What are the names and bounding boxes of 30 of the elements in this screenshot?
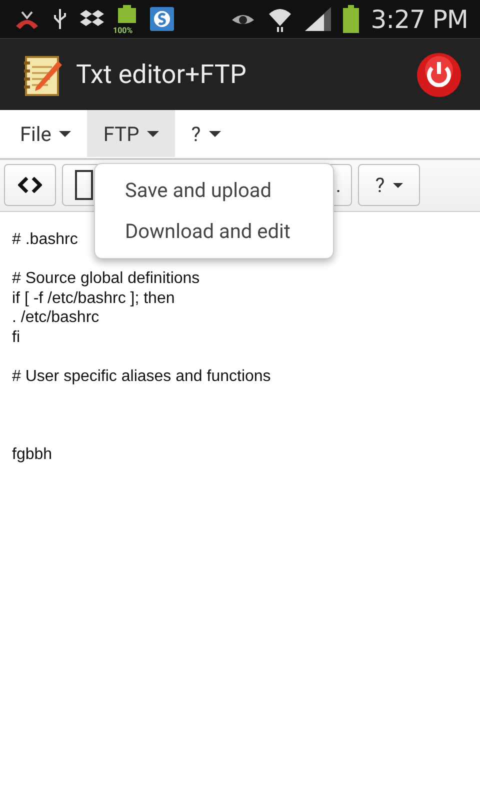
text-line: # User specific aliases and functions <box>12 368 271 384</box>
text-line: # .bashrc <box>12 231 78 248</box>
text-line: if [ -f /etc/bashrc ]; then <box>12 290 175 306</box>
toolbar-button[interactable]: ? <box>358 164 420 206</box>
wifi-icon <box>266 6 293 32</box>
caret-icon <box>208 130 221 136</box>
text-line: fi <box>12 328 20 346</box>
power-button[interactable] <box>416 52 462 98</box>
menu-tab[interactable]: FTP <box>87 110 176 157</box>
menu-tab[interactable]: File <box>4 110 88 157</box>
battery-icon <box>342 5 359 33</box>
caret-icon <box>147 130 160 136</box>
text-line: . /etc/bashrc <box>12 309 100 326</box>
usb-icon <box>52 7 68 31</box>
app-title: Txt editor+FTP <box>76 60 248 90</box>
toolbar-button[interactable] <box>4 164 56 206</box>
s-app-icon <box>150 7 174 31</box>
menu-tab[interactable]: ? <box>175 110 237 157</box>
signal-icon <box>304 7 331 31</box>
battery-percent: 100% <box>113 26 133 35</box>
battery-icon <box>116 5 138 23</box>
text-line: fgbbh <box>12 446 52 462</box>
clock: 3:27 PM <box>370 4 468 34</box>
popup-menu-item[interactable]: Save and upload <box>95 170 333 211</box>
square-icon <box>75 170 93 200</box>
code-icon <box>18 177 42 193</box>
caret-icon <box>392 182 403 188</box>
popup-menu-item[interactable]: Download and edit <box>95 211 333 252</box>
text-line: # Source global definitions <box>12 270 200 287</box>
caret-icon <box>59 130 72 136</box>
